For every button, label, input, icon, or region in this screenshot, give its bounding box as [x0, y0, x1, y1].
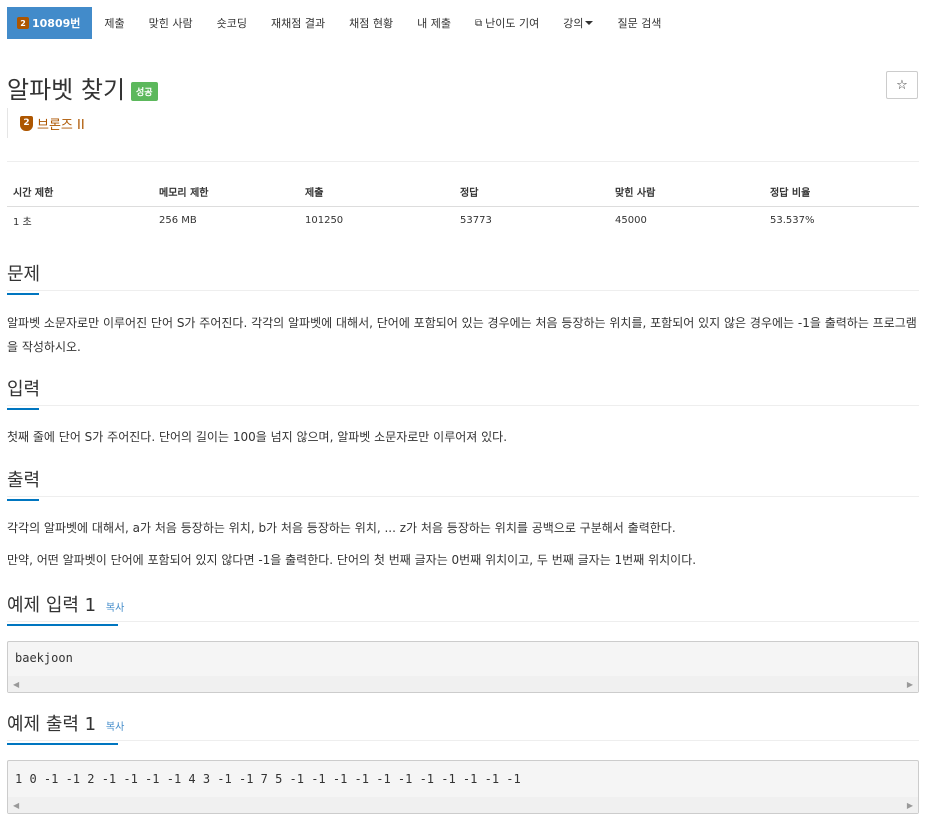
cell-memory-limit: 256 MB — [159, 214, 197, 226]
header-solved-users: 맞힌 사람 — [609, 177, 764, 207]
output-heading: 출력 — [7, 466, 41, 501]
problem-info-table: 시간 제한 메모리 제한 제출 정답 맞힌 사람 정답 비율 1 초 256 M… — [7, 177, 919, 234]
sample-input-box[interactable]: baekjoon ◀ ▶ — [7, 641, 919, 693]
copy-output-button[interactable]: 복사 — [106, 722, 124, 733]
cell-submissions: 101250 — [305, 214, 344, 226]
horizontal-scrollbar[interactable]: ◀ ▶ — [8, 676, 918, 692]
tab-problem[interactable]: 2 10809번 — [7, 7, 93, 39]
heading-underline — [7, 743, 118, 745]
input-heading-text: 입력 — [7, 379, 41, 400]
tab-submit-label: 제출 — [104, 17, 125, 30]
header-memory-limit: 메모리 제한 — [153, 177, 299, 207]
problem-description: 알파벳 소문자로만 이루어진 단어 S가 주어진다. 각각의 알파벳에 대해서,… — [7, 316, 917, 354]
section-divider — [7, 405, 919, 406]
sample-output-box[interactable]: 1 0 -1 -1 2 -1 -1 -1 -1 4 3 -1 -1 7 5 -1… — [7, 760, 919, 814]
tab-problem-label: 10809번 — [32, 17, 81, 30]
problem-heading: 문제 — [7, 260, 41, 295]
external-link-icon: ⧉ — [474, 17, 483, 29]
cell-accept-ratio: 53.537% — [770, 214, 815, 226]
tab-status-label: 채점 현황 — [349, 17, 394, 30]
tab-question-search[interactable]: 질문 검색 — [605, 7, 673, 39]
tier-row: 2 브론즈 II — [7, 108, 85, 138]
title-row: 알파벳 찾기 성공 — [7, 70, 158, 105]
tab-question-search-label: 질문 검색 — [617, 17, 662, 30]
sample-input-heading-text: 예제 입력 1 — [7, 595, 97, 616]
sample-output-heading: 예제 출력 1 복사 — [7, 710, 124, 745]
sample-output-heading-text: 예제 출력 1 — [7, 714, 97, 735]
section-divider — [7, 496, 919, 497]
horizontal-scrollbar[interactable]: ◀ ▶ — [8, 797, 918, 813]
tab-my-submissions-label: 내 제출 — [417, 17, 451, 30]
output-heading-text: 출력 — [7, 470, 41, 491]
cell-time-limit: 1 초 — [13, 216, 32, 228]
header-accepted: 정답 — [454, 177, 609, 207]
sample-output-text[interactable]: 1 0 -1 -1 2 -1 -1 -1 -1 4 3 -1 -1 7 5 -1… — [8, 761, 918, 797]
scroll-left-icon[interactable]: ◀ — [13, 801, 19, 810]
tier-icon: 2 — [17, 17, 29, 29]
tab-lecture-label: 강의 — [563, 17, 584, 30]
problem-nav: 2 10809번 제출 맞힌 사람 숏코딩 재채점 결과 채점 현황 내 제출 … — [7, 7, 673, 39]
tab-difficulty[interactable]: ⧉ 난이도 기여 — [463, 7, 551, 39]
cell-accepted: 53773 — [460, 214, 492, 226]
tab-submit[interactable]: 제출 — [92, 7, 136, 39]
tab-solved-users-label: 맞힌 사람 — [148, 17, 193, 30]
tab-short-coding[interactable]: 숏코딩 — [205, 7, 259, 39]
heading-underline — [7, 293, 39, 295]
section-divider — [7, 290, 919, 291]
section-divider — [7, 621, 919, 622]
divider — [7, 161, 919, 162]
scroll-right-icon[interactable]: ▶ — [907, 680, 913, 689]
star-icon: ☆ — [896, 77, 908, 93]
scroll-right-icon[interactable]: ▶ — [907, 801, 913, 810]
header-accept-ratio: 정답 비율 — [764, 177, 919, 207]
header-time-limit: 시간 제한 — [7, 177, 153, 207]
table-header-row: 시간 제한 메모리 제한 제출 정답 맞힌 사람 정답 비율 — [7, 177, 919, 207]
output-description-1: 각각의 알파벳에 대해서, a가 처음 등장하는 위치, b가 처음 등장하는 … — [7, 521, 676, 535]
copy-input-button[interactable]: 복사 — [106, 603, 124, 614]
input-heading: 입력 — [7, 375, 41, 410]
input-description: 첫째 줄에 단어 S가 주어진다. 단어의 길이는 100을 넘지 않으며, 알… — [7, 430, 508, 444]
tab-difficulty-label: 난이도 기여 — [485, 17, 540, 30]
sample-input-text[interactable]: baekjoon — [8, 642, 918, 676]
heading-underline — [7, 624, 118, 626]
tab-rejudge-label: 재채점 결과 — [271, 17, 326, 30]
cell-solved-users: 45000 — [615, 214, 647, 226]
star-button[interactable]: ☆ — [886, 71, 918, 99]
status-badge: 성공 — [131, 82, 158, 101]
problem-heading-text: 문제 — [7, 264, 41, 285]
tab-status[interactable]: 채점 현황 — [337, 7, 405, 39]
tier-shield-icon: 2 — [20, 115, 33, 131]
heading-underline — [7, 499, 39, 501]
tier-link[interactable]: 브론즈 II — [37, 114, 85, 133]
table-row: 1 초 256 MB 101250 53773 45000 53.537% — [7, 206, 919, 234]
tab-short-coding-label: 숏코딩 — [216, 17, 247, 30]
caret-down-icon — [585, 21, 594, 25]
tab-rejudge[interactable]: 재채점 결과 — [259, 7, 337, 39]
scroll-left-icon[interactable]: ◀ — [13, 680, 19, 689]
section-divider — [7, 740, 919, 741]
header-submissions: 제출 — [299, 177, 454, 207]
heading-underline — [7, 408, 39, 410]
page-title: 알파벳 찾기 — [7, 76, 126, 104]
tab-solved-users[interactable]: 맞힌 사람 — [137, 7, 205, 39]
tab-my-submissions[interactable]: 내 제출 — [405, 7, 463, 39]
output-description-2: 만약, 어떤 알파벳이 단어에 포함되어 있지 않다면 -1을 출력한다. 단어… — [7, 553, 697, 567]
tab-lecture[interactable]: 강의 — [551, 7, 605, 39]
sample-input-heading: 예제 입력 1 복사 — [7, 591, 124, 626]
